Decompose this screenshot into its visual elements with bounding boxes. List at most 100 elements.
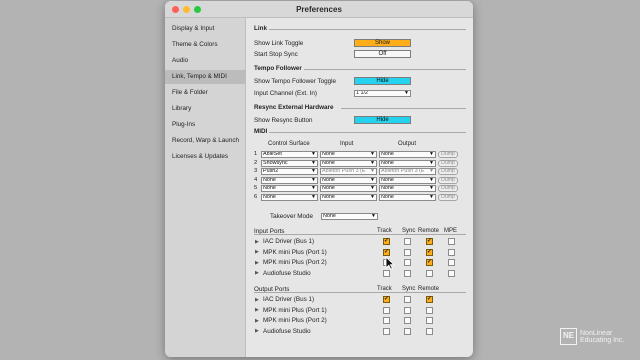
- control-surface-dropdown-value: None: [263, 194, 276, 200]
- chevron-down-icon: ▼: [311, 151, 316, 157]
- midi-output-dropdown[interactable]: None ▼: [379, 159, 436, 167]
- midi-input-dropdown[interactable]: None ▼: [320, 194, 377, 201]
- midi-input-dropdown[interactable]: None ▼: [320, 151, 377, 158]
- remote-checkbox[interactable]: ✓: [426, 296, 433, 303]
- control-surface-dropdown[interactable]: AbleSet ▼: [261, 151, 318, 158]
- track-checkbox[interactable]: [383, 306, 390, 314]
- column-header-input: Input: [340, 141, 354, 147]
- logo-line-2: Educating Inc.: [580, 336, 625, 344]
- control-surface-dropdown[interactable]: None ▼: [261, 194, 318, 201]
- mouse-cursor-icon: [385, 256, 395, 270]
- tempo-follower-toggle-button[interactable]: Hide: [354, 77, 411, 85]
- control-surface-dropdown[interactable]: None ▼: [261, 176, 318, 184]
- remote-checkbox[interactable]: [426, 306, 433, 314]
- remote-checkbox[interactable]: [426, 327, 433, 335]
- disclosure-triangle-icon[interactable]: ▶: [255, 249, 259, 255]
- title-bar: Preferences: [165, 1, 473, 18]
- remote-checkbox[interactable]: ✓: [426, 259, 433, 266]
- midi-input-dropdown[interactable]: None ▼: [320, 185, 377, 193]
- sidebar-item-display-input[interactable]: Display & Input: [165, 22, 246, 36]
- mpe-checkbox[interactable]: [448, 269, 455, 277]
- control-surface-dropdown-value: None: [263, 185, 276, 192]
- sidebar-item-plug-ins[interactable]: Plug-Ins: [165, 118, 246, 132]
- section-divider: [254, 234, 466, 235]
- midi-output-dropdown[interactable]: None ▼: [379, 151, 436, 158]
- midi-input-dropdown-value: None: [322, 185, 335, 192]
- sync-checkbox[interactable]: [404, 238, 411, 245]
- disclosure-triangle-icon[interactable]: ▶: [255, 318, 259, 324]
- midi-output-dropdown-value: None: [381, 176, 394, 183]
- sync-checkbox[interactable]: [404, 248, 411, 256]
- control-surface-dropdown[interactable]: Push2 ▼: [261, 168, 318, 176]
- chevron-down-icon: ▼: [311, 194, 316, 200]
- chevron-down-icon: ▼: [370, 176, 375, 183]
- dump-button[interactable]: Dump: [438, 185, 458, 193]
- track-checkbox[interactable]: ✓: [383, 296, 390, 303]
- chevron-down-icon: ▼: [370, 168, 375, 175]
- section-title-midi: MIDI: [254, 128, 268, 135]
- remote-checkbox[interactable]: [426, 269, 433, 277]
- chevron-down-icon: ▼: [429, 151, 434, 157]
- chevron-down-icon: ▼: [371, 213, 376, 219]
- midi-output-dropdown[interactable]: None ▼: [379, 185, 436, 193]
- mpe-checkbox[interactable]: [448, 238, 455, 245]
- dump-button[interactable]: Dump: [438, 151, 458, 158]
- resync-button-label: Show Resync Button: [254, 117, 313, 124]
- midi-input-dropdown[interactable]: Ableton Push 3 (E ▼: [320, 168, 377, 176]
- show-link-toggle-button[interactable]: Show: [354, 39, 411, 47]
- track-checkbox[interactable]: [383, 327, 390, 335]
- sidebar-item-audio[interactable]: Audio: [165, 54, 246, 68]
- dump-button[interactable]: Dump: [438, 176, 458, 184]
- sidebar-item-library[interactable]: Library: [165, 102, 246, 116]
- dump-button[interactable]: Dump: [438, 168, 458, 176]
- dump-button[interactable]: Dump: [438, 194, 458, 201]
- track-checkbox[interactable]: ✓: [383, 238, 390, 245]
- disclosure-triangle-icon[interactable]: ▶: [255, 270, 259, 276]
- midi-output-dropdown[interactable]: None ▼: [379, 176, 436, 184]
- port-name: IAC Driver (Bus 1): [263, 238, 315, 245]
- disclosure-triangle-icon[interactable]: ▶: [255, 239, 259, 245]
- disclosure-triangle-icon[interactable]: ▶: [255, 260, 259, 266]
- track-checkbox[interactable]: [383, 269, 390, 277]
- takeover-mode-dropdown[interactable]: None ▼: [321, 213, 378, 220]
- disclosure-triangle-icon[interactable]: ▶: [255, 297, 259, 303]
- sidebar-item-theme-colors[interactable]: Theme & Colors: [165, 38, 246, 52]
- midi-output-dropdown-value: None: [381, 159, 394, 166]
- midi-output-dropdown[interactable]: Ableton Push 3 (E ▼: [379, 168, 436, 176]
- midi-output-dropdown[interactable]: None ▼: [379, 194, 436, 201]
- sync-checkbox[interactable]: [404, 296, 411, 303]
- disclosure-triangle-icon[interactable]: ▶: [255, 307, 259, 313]
- track-checkbox[interactable]: ✓: [383, 248, 390, 256]
- resync-button-toggle[interactable]: Hide: [354, 116, 411, 124]
- sync-checkbox[interactable]: [404, 327, 411, 335]
- sync-checkbox[interactable]: [404, 306, 411, 314]
- midi-input-dropdown[interactable]: None ▼: [320, 159, 377, 167]
- input-channel-dropdown[interactable]: 1 1/2 ▼: [354, 90, 411, 97]
- disclosure-triangle-icon[interactable]: ▶: [255, 328, 259, 334]
- sidebar-item-licenses-updates[interactable]: Licenses & Updates: [165, 150, 246, 164]
- start-stop-sync-button[interactable]: Off: [354, 50, 411, 58]
- sidebar-item-record-warp-launch[interactable]: Record, Warp & Launch: [165, 134, 246, 148]
- control-surface-dropdown[interactable]: None ▼: [261, 185, 318, 193]
- input-channel-label: Input Channel (Ext. In): [254, 90, 318, 97]
- sidebar-item-file-folder[interactable]: File & Folder: [165, 86, 246, 100]
- sync-checkbox[interactable]: [404, 269, 411, 277]
- control-surface-dropdown[interactable]: Showsync ▼: [261, 159, 318, 167]
- section-divider: [254, 292, 466, 293]
- remote-checkbox[interactable]: ✓: [426, 248, 433, 256]
- port-name: IAC Driver (Bus 1): [263, 296, 315, 303]
- sidebar-item-link-tempo-midi[interactable]: Link, Tempo & MIDI: [165, 70, 246, 84]
- mpe-checkbox[interactable]: [448, 259, 455, 266]
- chevron-down-icon: ▼: [404, 90, 409, 96]
- control-surface-dropdown-value: Showsync: [263, 159, 288, 166]
- sync-checkbox[interactable]: [404, 259, 411, 266]
- sync-checkbox[interactable]: [404, 317, 411, 324]
- remote-checkbox[interactable]: [426, 317, 433, 324]
- midi-input-dropdown[interactable]: None ▼: [320, 176, 377, 184]
- port-name: MPK mini Plus (Port 2): [263, 259, 327, 266]
- remote-checkbox[interactable]: ✓: [426, 238, 433, 245]
- takeover-mode-label: Takeover Mode: [270, 213, 314, 220]
- track-checkbox[interactable]: [383, 317, 390, 324]
- dump-button[interactable]: Dump: [438, 159, 458, 167]
- mpe-checkbox[interactable]: [448, 248, 455, 256]
